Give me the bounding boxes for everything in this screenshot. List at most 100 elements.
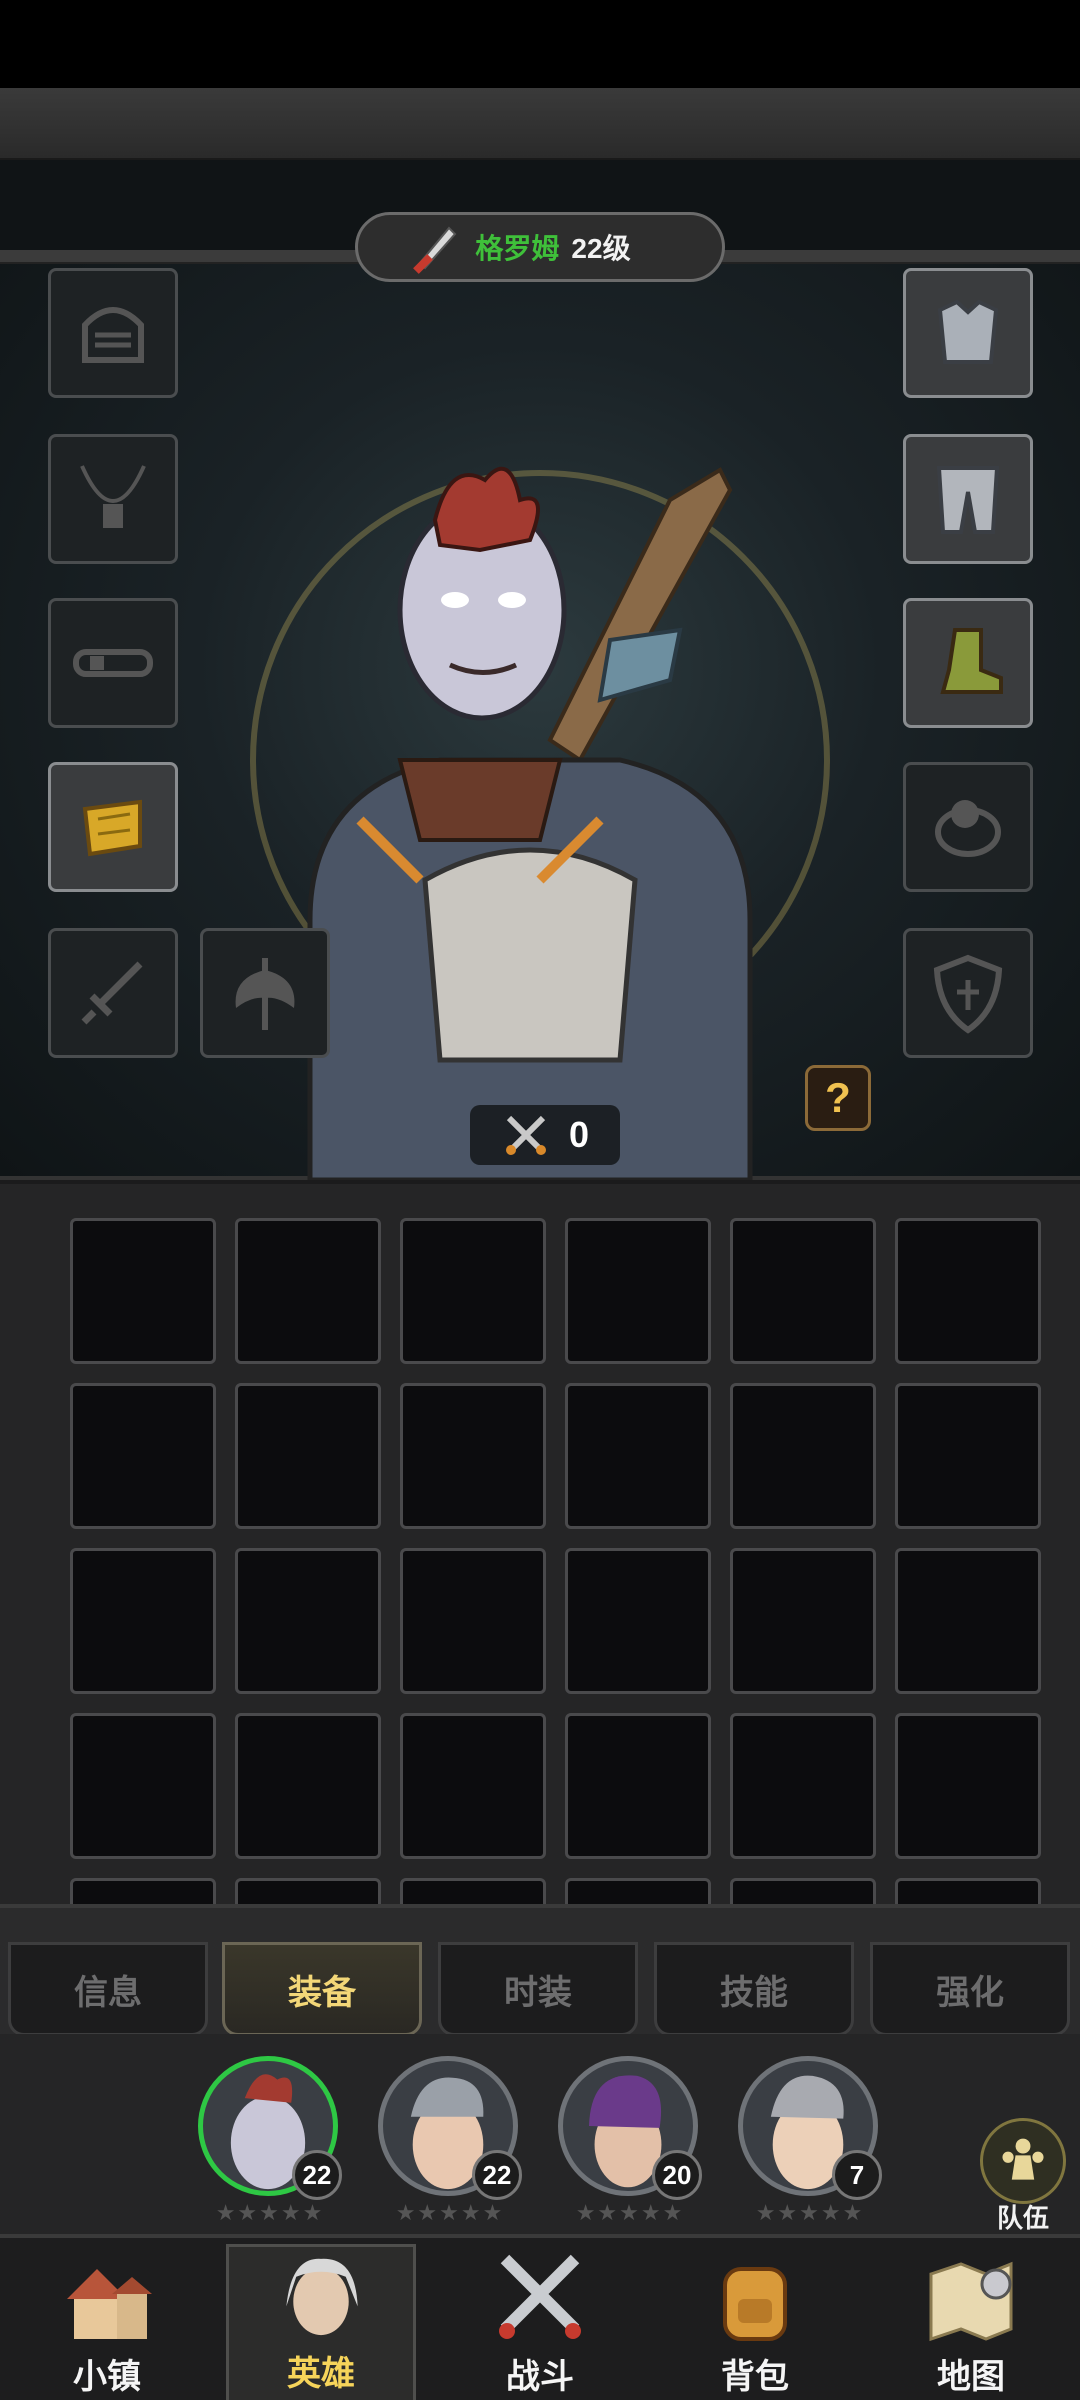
belt-slot[interactable] bbox=[48, 598, 178, 728]
inventory-slot[interactable] bbox=[400, 1383, 546, 1529]
nav-label: 地图 bbox=[937, 2358, 1005, 2396]
inventory-slot[interactable] bbox=[565, 1548, 711, 1694]
nav-town[interactable]: 小镇 bbox=[12, 2244, 202, 2400]
star-rating: ★★★★★ bbox=[755, 2200, 865, 2225]
hero-card[interactable]: 20 ★★★★★ bbox=[550, 2056, 702, 2226]
team-label: 队伍 bbox=[996, 2203, 1049, 2233]
axe-icon bbox=[235, 958, 295, 1030]
inventory-slot[interactable] bbox=[730, 1383, 876, 1529]
status-bar bbox=[0, 0, 1080, 88]
combat-power: 0 bbox=[470, 1105, 620, 1165]
sword-icon bbox=[409, 220, 463, 274]
helmet-icon bbox=[82, 307, 144, 363]
inventory-slot[interactable] bbox=[70, 1218, 216, 1364]
hero-name-plate: 格罗姆 22级 bbox=[355, 212, 725, 282]
nav-map[interactable]: 地图 bbox=[876, 2244, 1066, 2400]
hero-name: 格罗姆 bbox=[475, 233, 560, 264]
nav-label: 背包 bbox=[721, 2358, 789, 2396]
star-rating: ★★★★★ bbox=[575, 2200, 685, 2225]
map-icon bbox=[929, 2261, 1013, 2342]
hero-level-badge: 22 bbox=[472, 2150, 522, 2200]
backpack-icon bbox=[723, 2267, 787, 2341]
top-band bbox=[0, 88, 1080, 160]
help-button[interactable]: ? bbox=[805, 1065, 871, 1131]
hero-icon bbox=[286, 2258, 358, 2336]
nav-battle[interactable]: 战斗 bbox=[445, 2244, 635, 2400]
weapon-slot[interactable] bbox=[48, 928, 178, 1058]
inventory-slot[interactable] bbox=[895, 1548, 1041, 1694]
team-button[interactable]: 队伍 bbox=[978, 2118, 1068, 2233]
tab-enhance[interactable]: 强化 bbox=[870, 1942, 1070, 2036]
sword-icon bbox=[81, 961, 143, 1025]
combat-power-value: 0 bbox=[568, 1114, 590, 1155]
inventory-slot[interactable] bbox=[400, 1878, 546, 1904]
inventory-slot[interactable] bbox=[730, 1878, 876, 1904]
hero-level-badge: 20 bbox=[652, 2150, 702, 2200]
nav-hero[interactable]: 英雄 bbox=[226, 2244, 416, 2400]
shield-icon bbox=[933, 954, 1003, 1034]
hero-tabs: 信息 装备 时装 技能 强化 bbox=[0, 1904, 1080, 2036]
inventory-slot[interactable] bbox=[895, 1878, 1041, 1904]
nav-label: 小镇 bbox=[73, 2358, 141, 2396]
hero-selector: 22 ★★★★★ 22 ★★★★★ 20 ★★★★★ 7 ★★★★★ bbox=[0, 2034, 1080, 2234]
shield-slot[interactable] bbox=[903, 928, 1033, 1058]
battle-icon bbox=[499, 2254, 581, 2339]
inventory-slot[interactable] bbox=[70, 1383, 216, 1529]
town-icon bbox=[67, 2269, 152, 2339]
inventory-slot[interactable] bbox=[730, 1713, 876, 1859]
boots-icon bbox=[940, 628, 1003, 694]
hero-level-badge: 22 bbox=[292, 2150, 342, 2200]
inventory-slot[interactable] bbox=[70, 1548, 216, 1694]
tab-info[interactable]: 信息 bbox=[8, 1942, 208, 2036]
nav-label: 战斗 bbox=[506, 2358, 574, 2396]
tab-skills[interactable]: 技能 bbox=[654, 1942, 854, 2036]
inventory-slot[interactable] bbox=[730, 1218, 876, 1364]
inventory-slot[interactable] bbox=[565, 1713, 711, 1859]
inventory-slot[interactable] bbox=[730, 1548, 876, 1694]
hero-card[interactable]: 22 ★★★★★ bbox=[190, 2056, 342, 2226]
inventory-slot[interactable] bbox=[70, 1878, 216, 1904]
bracer-slot[interactable] bbox=[48, 762, 178, 892]
necklace-icon bbox=[80, 465, 146, 528]
tab-equipment[interactable]: 装备 bbox=[222, 1942, 422, 2036]
belt-icon bbox=[73, 649, 153, 677]
ring-slot[interactable] bbox=[903, 762, 1033, 892]
bracer-icon bbox=[82, 799, 142, 857]
inventory-slot[interactable] bbox=[895, 1383, 1041, 1529]
leg-armor-slot[interactable] bbox=[903, 434, 1033, 564]
team-icon bbox=[980, 2118, 1066, 2204]
inventory-slot[interactable] bbox=[400, 1218, 546, 1364]
hero-illustration bbox=[307, 466, 753, 1180]
hero-card[interactable]: 22 ★★★★★ bbox=[370, 2056, 522, 2226]
inventory-slot[interactable] bbox=[235, 1878, 381, 1904]
necklace-slot[interactable] bbox=[48, 434, 178, 564]
inventory-slot[interactable] bbox=[895, 1713, 1041, 1859]
inventory-slot[interactable] bbox=[895, 1218, 1041, 1364]
hero-card[interactable]: 7 ★★★★★ bbox=[730, 2056, 882, 2226]
inventory-slot[interactable] bbox=[400, 1713, 546, 1859]
nav-backpack[interactable]: 背包 bbox=[660, 2244, 850, 2400]
inventory-slot[interactable] bbox=[565, 1383, 711, 1529]
hero-level: 22级 bbox=[571, 233, 631, 264]
nav-label: 英雄 bbox=[287, 2355, 355, 2393]
inventory-slot[interactable] bbox=[235, 1218, 381, 1364]
boots-slot[interactable] bbox=[903, 598, 1033, 728]
hero-level-badge: 7 bbox=[832, 2150, 882, 2200]
star-rating: ★★★★★ bbox=[215, 2200, 325, 2225]
chest-armor-slot[interactable] bbox=[903, 268, 1033, 398]
bottom-navigation: 小镇 英雄 战斗 背包 地图 bbox=[0, 2234, 1080, 2400]
star-rating: ★★★★★ bbox=[395, 2200, 505, 2225]
leg-armor-icon bbox=[936, 466, 1000, 534]
chest-armor-icon bbox=[937, 299, 999, 364]
inventory-slot[interactable] bbox=[400, 1548, 546, 1694]
inventory-slot[interactable] bbox=[235, 1713, 381, 1859]
inventory-slot[interactable] bbox=[235, 1383, 381, 1529]
inventory-slot[interactable] bbox=[565, 1218, 711, 1364]
offhand-slot[interactable] bbox=[200, 928, 330, 1058]
helmet-slot[interactable] bbox=[48, 268, 178, 398]
inventory-slot[interactable] bbox=[235, 1548, 381, 1694]
ring-icon bbox=[935, 800, 1001, 857]
inventory-slot[interactable] bbox=[565, 1878, 711, 1904]
inventory-slot[interactable] bbox=[70, 1713, 216, 1859]
tab-fashion[interactable]: 时装 bbox=[438, 1942, 638, 2036]
